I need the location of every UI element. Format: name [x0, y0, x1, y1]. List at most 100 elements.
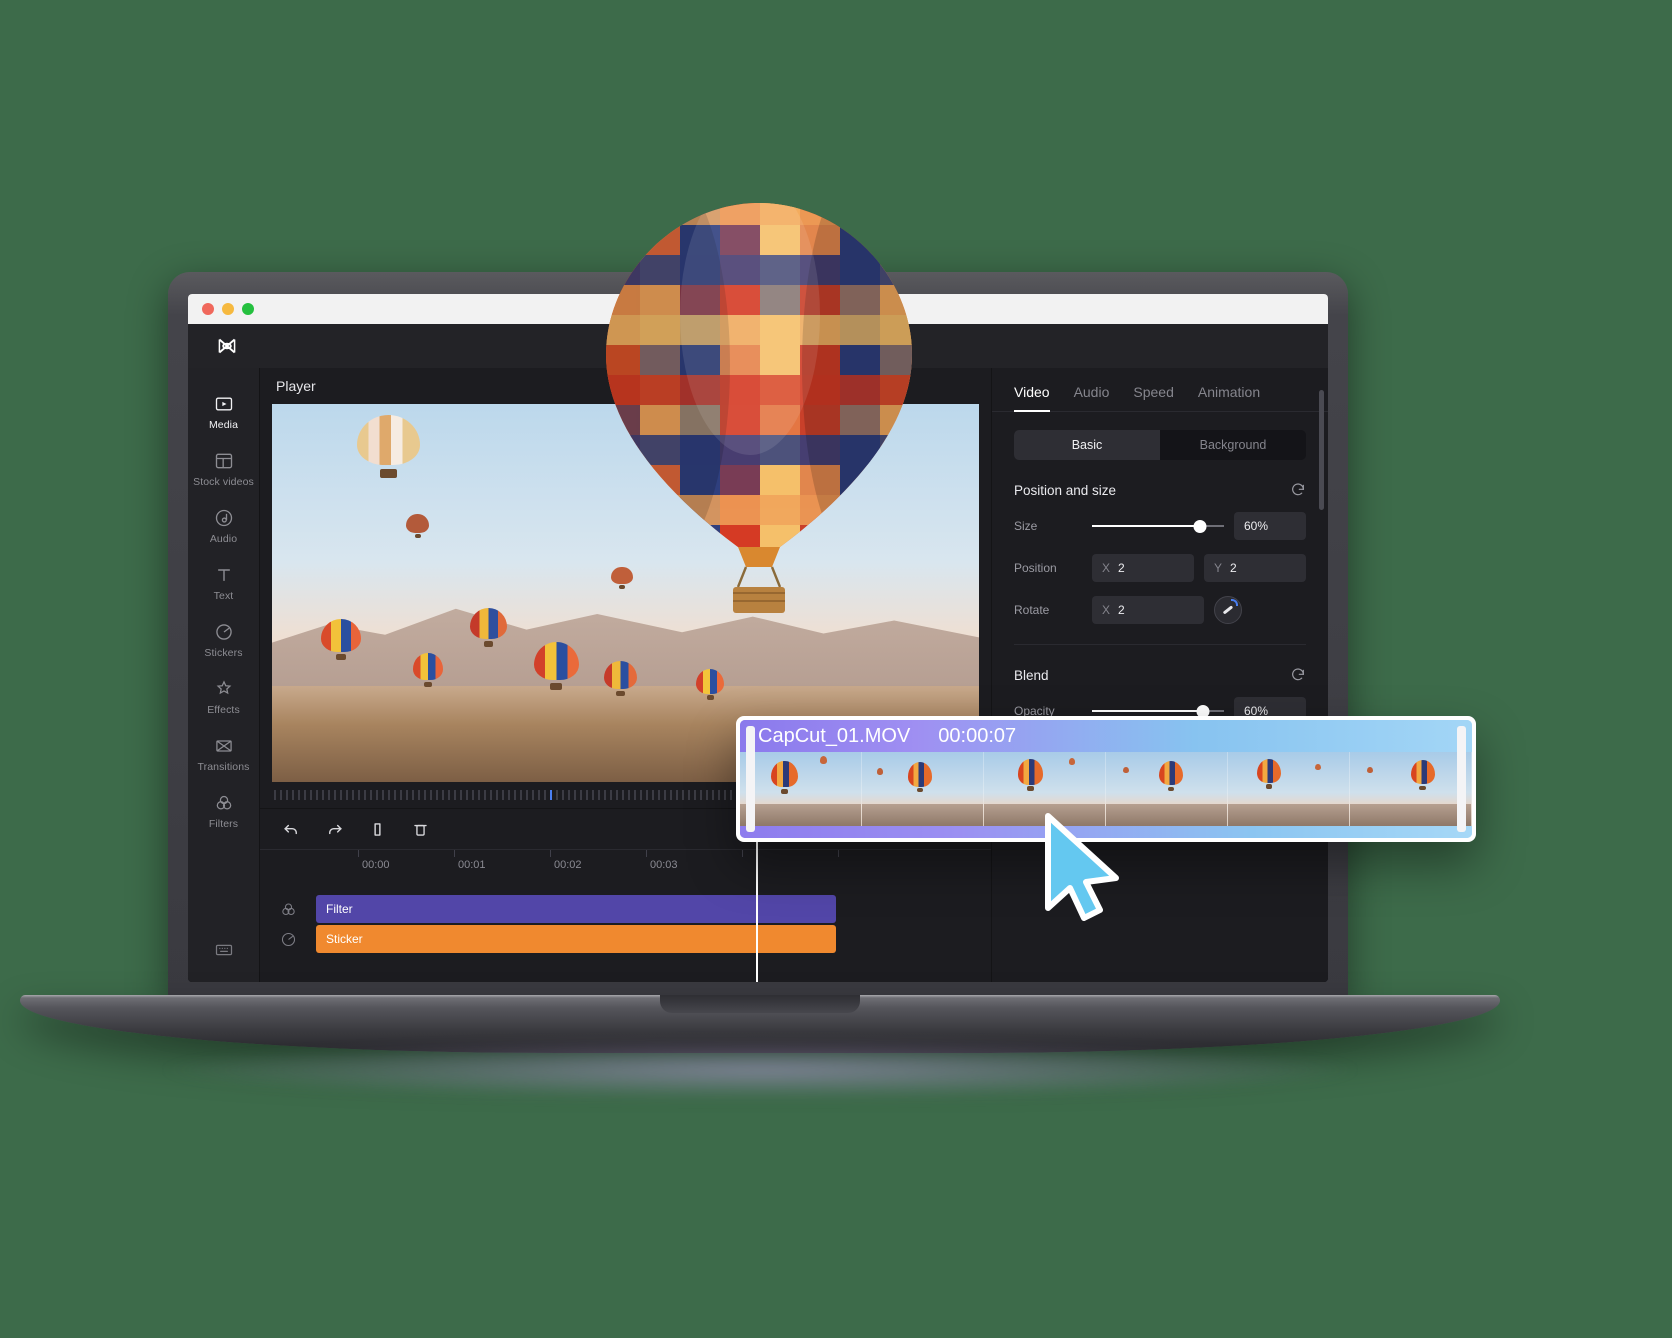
- tab-video[interactable]: Video: [1014, 384, 1050, 412]
- sidebar-item-effects[interactable]: Effects: [188, 669, 259, 726]
- preview-balloon: [611, 566, 633, 590]
- minimize-button[interactable]: [222, 303, 234, 315]
- ruler-label: 00:01: [458, 859, 486, 871]
- playhead[interactable]: [756, 833, 758, 982]
- clip-frame: [862, 752, 984, 826]
- zoom-button[interactable]: [242, 303, 254, 315]
- close-button[interactable]: [202, 303, 214, 315]
- clip-frame: [1350, 752, 1472, 826]
- track-row: Filter: [260, 895, 991, 923]
- y-axis-label: Y: [1214, 561, 1223, 575]
- ruler-label: 00:02: [554, 859, 582, 871]
- size-label: Size: [1014, 519, 1038, 533]
- player-header: Player: [260, 368, 991, 404]
- page-root: Media Stock videos Audio Text Stickers E…: [0, 0, 1672, 1338]
- sidebar-bottom[interactable]: [188, 940, 259, 960]
- section-divider: [1014, 644, 1306, 645]
- reset-icon[interactable]: [1290, 667, 1306, 683]
- laptop-glow: [150, 1040, 1370, 1100]
- sidebar-item-filters[interactable]: Filters: [188, 783, 259, 840]
- preview-balloon: [406, 513, 429, 539]
- clip-filename: CapCut_01.MOV: [758, 724, 911, 747]
- sidebar-item-audio[interactable]: Audio: [188, 498, 259, 555]
- rotate-x-value: 2: [1118, 603, 1125, 617]
- size-slider[interactable]: [1092, 518, 1224, 534]
- delete-icon[interactable]: [411, 820, 430, 839]
- preview-balloon: [469, 608, 507, 648]
- size-row: Size 60%: [1014, 512, 1306, 540]
- sidebar-item-text[interactable]: Text: [188, 555, 259, 612]
- app-header: [188, 324, 1328, 368]
- position-y-value: 2: [1230, 561, 1237, 575]
- position-y-field[interactable]: Y 2: [1204, 554, 1306, 582]
- audio-icon: [215, 509, 232, 527]
- capcut-logo-icon: [218, 338, 236, 354]
- sidebar-item-media[interactable]: Media: [188, 384, 259, 441]
- preview-balloon: [356, 415, 421, 479]
- section-title: Position and size: [1014, 482, 1117, 498]
- tab-label: Audio: [1073, 384, 1110, 400]
- inspector-tabs: Video Audio Speed Animation: [992, 368, 1328, 412]
- app-body: Media Stock videos Audio Text Stickers E…: [188, 368, 1328, 982]
- timeline-ruler[interactable]: 00:00 00:01 00:02 00:03: [260, 849, 991, 879]
- sidebar-item-label: Stock videos: [193, 476, 254, 488]
- tab-label: Video: [1014, 384, 1050, 400]
- laptop-screen: Media Stock videos Audio Text Stickers E…: [188, 294, 1328, 982]
- left-sidebar: Media Stock videos Audio Text Stickers E…: [188, 368, 260, 982]
- tab-animation[interactable]: Animation: [1198, 384, 1260, 411]
- rotate-row: Rotate X 2: [1014, 596, 1306, 624]
- stock-videos-icon: [215, 453, 232, 469]
- timeline-clip-filter[interactable]: Filter: [316, 895, 836, 923]
- position-row: Position X 2 Y 2: [1014, 554, 1306, 582]
- preview-balloon: [321, 619, 362, 661]
- undo-icon[interactable]: [282, 820, 301, 839]
- timeline-clip-sticker[interactable]: Sticker: [316, 925, 836, 953]
- sidebar-item-stickers[interactable]: Stickers: [188, 612, 259, 669]
- segment-basic[interactable]: Basic: [1014, 430, 1160, 460]
- sidebar-item-label: Audio: [209, 533, 238, 545]
- reset-icon[interactable]: [1290, 482, 1306, 498]
- tab-label: Animation: [1197, 384, 1261, 400]
- sidebar-item-label: Media: [208, 419, 239, 431]
- position-size-header: Position and size: [1014, 482, 1306, 498]
- position-x-field[interactable]: X 2: [1092, 554, 1194, 582]
- center-panel: Player 00:00 00:01 00:02 00:03 Filter St…: [260, 368, 992, 982]
- preview-balloon: [533, 642, 579, 691]
- rotate-knob-wrap: [1214, 596, 1306, 624]
- trim-handle-right[interactable]: [1457, 726, 1466, 832]
- basic-background-toggle: Basic Background: [1014, 430, 1306, 460]
- sidebar-item-transitions[interactable]: Transitions: [188, 726, 259, 783]
- stickers-icon: [260, 931, 316, 948]
- keyboard-shortcuts-icon: [215, 944, 232, 956]
- tab-label: Speed: [1133, 384, 1174, 400]
- rotate-label: Rotate: [1014, 603, 1050, 617]
- tab-speed[interactable]: Speed: [1133, 384, 1173, 411]
- inspector-scrollbar[interactable]: [1319, 390, 1324, 510]
- sidebar-item-label: Stickers: [204, 647, 243, 659]
- sidebar-item-label: Filters: [208, 818, 239, 830]
- clip-card-header: CapCut_01.MOV 00:00:07: [740, 720, 1472, 752]
- filters-icon: [216, 795, 231, 810]
- effects-icon: [216, 680, 231, 695]
- redo-icon[interactable]: [325, 820, 344, 839]
- segment-background[interactable]: Background: [1160, 430, 1306, 460]
- size-value-field[interactable]: 60%: [1234, 512, 1306, 540]
- mouse-cursor: [1045, 813, 1119, 921]
- tab-audio[interactable]: Audio: [1074, 384, 1110, 411]
- sidebar-item-label: Transitions: [197, 761, 250, 773]
- page-title: Player: [276, 378, 316, 394]
- size-value: 60%: [1244, 519, 1269, 533]
- sidebar-item-stock-videos[interactable]: Stock videos: [188, 441, 259, 498]
- laptop-notch: [660, 995, 860, 1013]
- trim-handle-left[interactable]: [746, 726, 755, 832]
- laptop-lid: Media Stock videos Audio Text Stickers E…: [168, 272, 1348, 1000]
- preview-balloon: [696, 668, 725, 701]
- rotate-knob-icon[interactable]: [1214, 596, 1242, 624]
- split-icon[interactable]: [368, 820, 387, 839]
- x-axis-label: X: [1102, 603, 1111, 617]
- rotate-x-field[interactable]: X 2: [1092, 596, 1204, 624]
- clip-frame: [740, 752, 862, 826]
- x-axis-label: X: [1102, 561, 1111, 575]
- position-x-value: 2: [1118, 561, 1125, 575]
- ruler-label: 00:03: [650, 859, 678, 871]
